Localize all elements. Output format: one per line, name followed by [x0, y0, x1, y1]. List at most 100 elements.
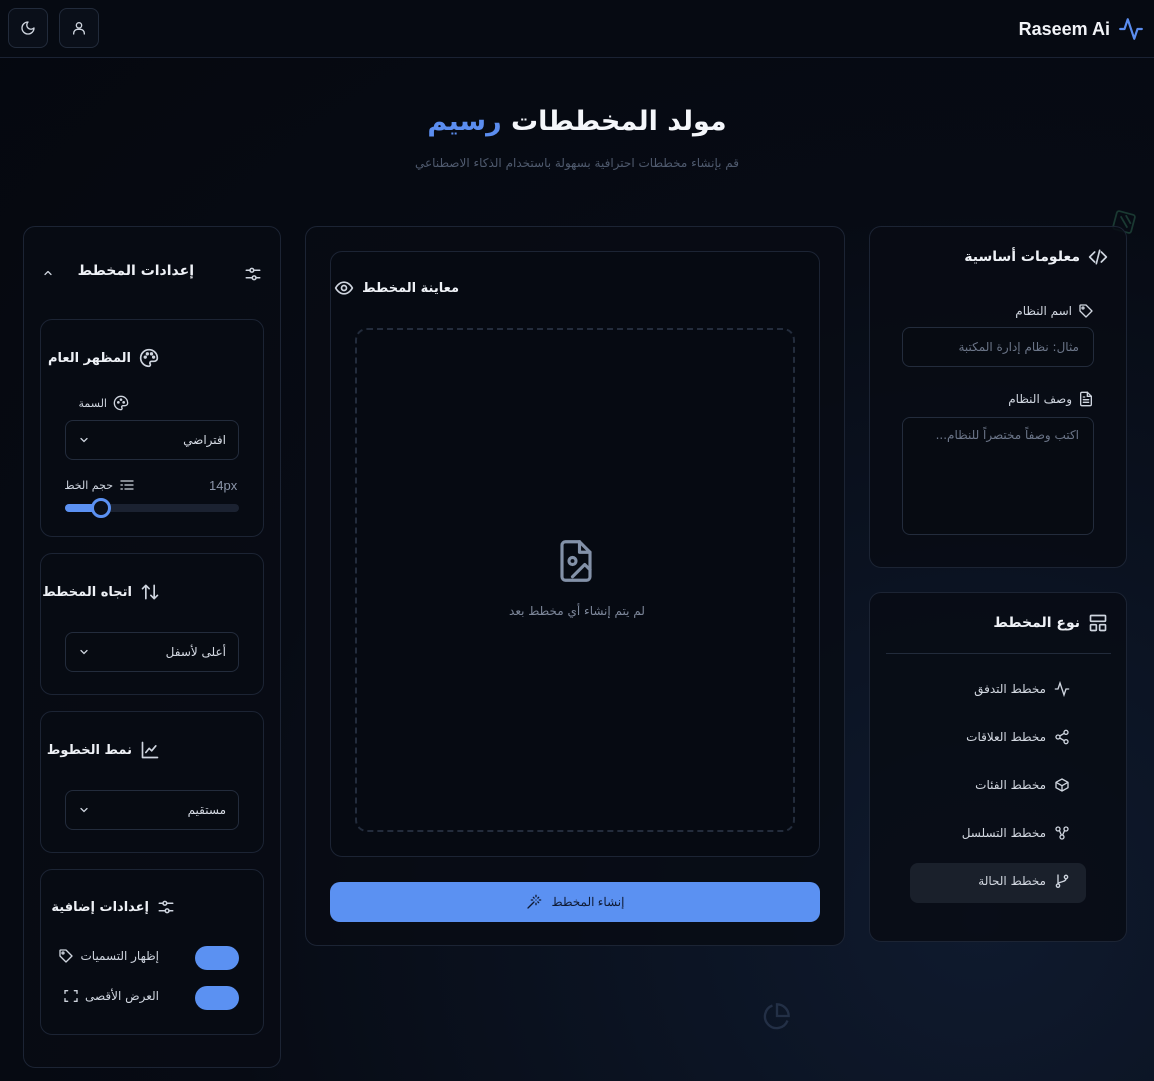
arrow-up-down-icon	[141, 584, 159, 600]
system-name-label: اسم النظام	[1015, 303, 1094, 319]
theme-select-value: افتراضي	[183, 433, 226, 447]
user-icon	[73, 22, 85, 35]
system-desc-placeholder: اكتب وصفاً مختصراً للنظام...	[935, 428, 1079, 442]
system-desc-label: وصف النظام	[1008, 391, 1094, 407]
show-labels-row: إظهار التسميات	[58, 948, 159, 964]
system-desc-label-text: وصف النظام	[1008, 392, 1072, 406]
user-button[interactable]	[59, 8, 99, 48]
page-subtitle: قم بإنشاء مخططات احترافية بسهولة باستخدا…	[415, 156, 739, 170]
preview-empty-text: لم يتم إنشاء أي مخطط بعد	[509, 604, 645, 618]
chevron-down-icon	[80, 437, 88, 443]
diagram-type-sequence[interactable]: مخطط التسلسل	[962, 825, 1070, 841]
settings-title-label: إعدادات المخطط	[77, 263, 194, 279]
theme-select[interactable]: افتراضي	[65, 420, 239, 460]
diagram-type-title-label: نوع المخطط	[993, 615, 1080, 631]
file-text-icon	[1080, 391, 1092, 407]
show-labels-text: إظهار التسميات	[80, 949, 159, 963]
basic-info-panel: معلومات أساسية اسم النظام مثال: نظام إدا…	[869, 226, 1127, 568]
pie-chart-icon	[763, 1003, 790, 1030]
font-size-slider-handle[interactable]	[91, 498, 111, 518]
box-icon	[1055, 778, 1069, 792]
activity-icon	[1054, 681, 1070, 697]
layout-icon	[1089, 614, 1107, 632]
line-chart-icon	[141, 741, 159, 759]
system-name-placeholder: مثال: نظام إدارة المكتبة	[958, 340, 1079, 354]
direction-title-label: اتجاه المخطط	[42, 584, 132, 600]
font-size-label-text: حجم الخط	[64, 478, 113, 492]
preview-title-label: معاينة المخطط	[362, 280, 459, 296]
diagram-type-title: نوع المخطط	[993, 613, 1108, 633]
activity-icon	[1119, 18, 1143, 40]
direction-title: اتجاه المخطط	[42, 582, 160, 602]
basic-info-title: معلومات أساسية	[964, 247, 1108, 267]
max-width-toggle[interactable]	[195, 986, 239, 1010]
diagram-type-flowchart[interactable]: مخطط التدفق	[974, 681, 1070, 697]
extra-settings-title: إعدادات إضافية	[51, 898, 175, 916]
diagram-type-state[interactable]: مخطط الحالة	[978, 873, 1070, 889]
theme-label: السمة	[79, 395, 129, 411]
direction-section: اتجاه المخطط أعلى لأسفل	[40, 553, 264, 695]
magic-wand-icon	[526, 894, 541, 909]
font-size-value: 14px	[209, 478, 238, 493]
appearance-title: المظهر العام	[48, 348, 159, 368]
font-size-slider[interactable]	[65, 498, 239, 518]
theme-label-text: السمة	[78, 396, 107, 410]
line-style-title-label: نمط الخطوط	[46, 742, 132, 758]
diagram-type-class[interactable]: مخطط الفئات	[975, 777, 1070, 793]
max-width-row: العرض الأقصى	[63, 988, 159, 1004]
extra-settings-section: إعدادات إضافية إظهار التسميات العرض الأق…	[40, 869, 264, 1035]
eye-icon	[334, 281, 354, 295]
file-image-icon	[560, 540, 592, 582]
direction-select[interactable]: أعلى لأسفل	[65, 632, 239, 672]
diagram-type-label: مخطط التدفق	[974, 682, 1046, 696]
extra-settings-title-label: إعدادات إضافية	[51, 899, 149, 915]
page-title: مولد المخططات رسيم	[0, 106, 1154, 137]
line-style-section: نمط الخطوط مستقيم	[40, 711, 264, 853]
workflow-icon	[1055, 826, 1069, 840]
appearance-title-label: المظهر العام	[48, 350, 131, 366]
chevron-down-icon	[80, 807, 88, 813]
preview-canvas: لم يتم إنشاء أي مخطط بعد	[355, 328, 795, 832]
sliders-icon	[158, 900, 174, 914]
page-title-main: مولد المخططات	[511, 106, 727, 137]
text-size-icon	[120, 480, 134, 490]
preview-panel: معاينة المخطط لم يتم إنشاء أي مخطط بعد	[305, 226, 845, 946]
diagram-type-label: مخطط التسلسل	[961, 826, 1046, 840]
preview-title: معاينة المخطط	[334, 278, 459, 298]
page-title-accent: رسيم	[427, 106, 502, 137]
line-style-title: نمط الخطوط	[47, 740, 160, 760]
generate-diagram-label: إنشاء المخطط	[551, 895, 625, 909]
sliders-icon	[245, 267, 261, 281]
diagram-type-label: مخطط الحالة	[978, 874, 1046, 888]
palette-small-icon	[113, 395, 129, 411]
chevron-up-icon[interactable]	[42, 267, 54, 279]
appearance-section: المظهر العام السمة افتراضي حجم الخط 14px	[40, 319, 264, 537]
diagram-type-er[interactable]: مخطط العلاقات	[966, 729, 1070, 745]
generate-diagram-button[interactable]: إنشاء المخطط	[330, 882, 820, 922]
moon-icon	[21, 21, 35, 35]
max-width-text: العرض الأقصى	[84, 989, 159, 1003]
diagram-type-label: مخطط الفئات	[975, 778, 1046, 792]
settings-panel: إعدادات المخطط المظهر العام السمة افتراض…	[23, 226, 281, 1068]
line-style-select[interactable]: مستقيم	[65, 790, 239, 830]
share-icon	[1055, 729, 1069, 745]
palette-icon	[139, 348, 159, 368]
code-icon	[1088, 249, 1108, 265]
line-style-select-value: مستقيم	[187, 803, 226, 817]
system-name-input[interactable]: مثال: نظام إدارة المكتبة	[902, 327, 1094, 367]
diagram-type-panel: نوع المخطط مخطط التدفق مخطط العلاقات مخط…	[869, 592, 1127, 942]
show-labels-toggle[interactable]	[195, 946, 239, 970]
theme-toggle-button[interactable]	[8, 8, 48, 48]
expand-icon	[64, 990, 78, 1002]
divider	[886, 653, 1111, 654]
git-branch-icon	[1055, 874, 1069, 888]
brand-name: Raseem Ai	[1018, 18, 1110, 39]
tag-icon	[1079, 304, 1093, 318]
font-size-label: حجم الخط	[64, 478, 135, 492]
settings-title: إعدادات المخطط	[78, 263, 194, 279]
direction-select-value: أعلى لأسفل	[165, 645, 226, 659]
preview-card: معاينة المخطط لم يتم إنشاء أي مخطط بعد	[330, 251, 820, 857]
brand[interactable]: Raseem Ai	[1019, 14, 1144, 44]
basic-info-title-label: معلومات أساسية	[964, 249, 1080, 265]
system-desc-textarea[interactable]: اكتب وصفاً مختصراً للنظام...	[902, 417, 1094, 535]
